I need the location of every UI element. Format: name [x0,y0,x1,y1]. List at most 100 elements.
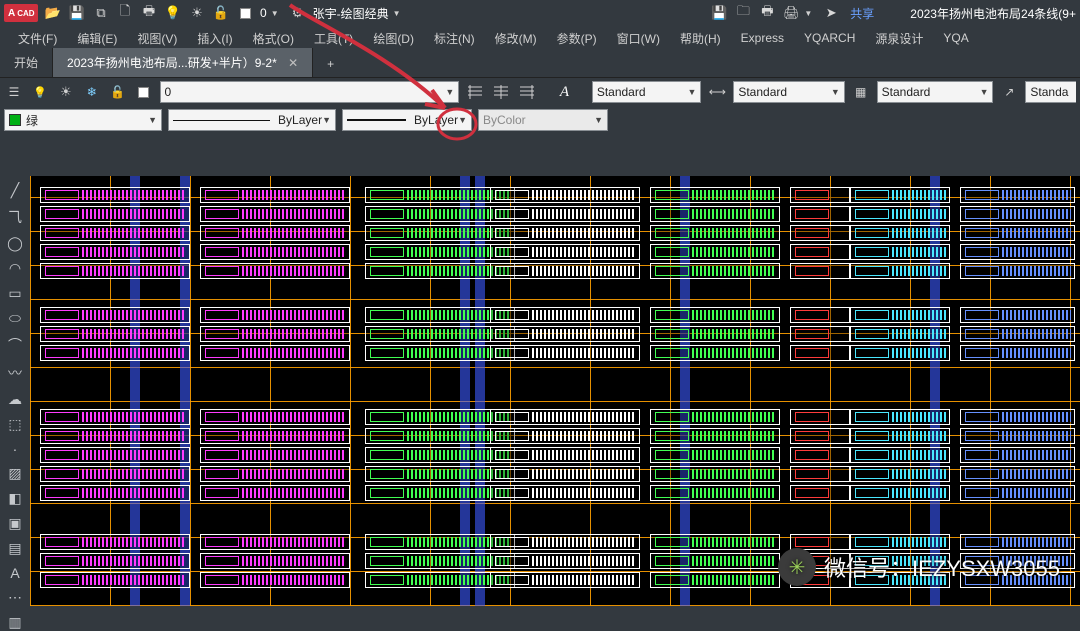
layer-lock-icon[interactable]: 🔓 [108,81,128,103]
gear-search-icon[interactable]: ⚙ [289,4,307,22]
layer-swatch-icon[interactable] [134,81,154,103]
swatch-icon[interactable] [236,4,254,22]
block-cluster [40,304,190,364]
text-tool-icon[interactable]: A [5,565,25,581]
tab-active-document[interactable]: 2023年扬州电池布局...研发+半片）9-2* ✕ [53,48,313,77]
qat-dropdown-icon[interactable]: ▼ [271,9,279,18]
hatch-tool-icon[interactable]: ▨ [5,465,25,482]
color-select[interactable]: 绿 ▼ [4,109,162,131]
table-style-select[interactable]: Standard ▼ [877,81,994,103]
layer-manager-icon[interactable]: ☰ [4,81,24,103]
arc-tool-icon[interactable]: ◠ [5,260,25,277]
new-icon[interactable]: 🗋 [116,4,134,22]
mleader-style-icon[interactable]: ↗ [999,81,1019,103]
save2-icon[interactable]: 💾 [710,4,728,22]
bulb-icon[interactable]: 💡 [164,4,182,22]
block-cluster [850,304,950,364]
open-icon[interactable]: 📂 [44,4,62,22]
menu-yuanquan[interactable]: 源泉设计 [867,30,931,47]
menu-dimension[interactable]: 标注(N) [426,30,483,47]
menu-yqa2[interactable]: YQA [935,31,976,45]
polyline-tool-icon[interactable]: ⺄ [5,207,25,227]
dim-style-value: Standard [738,85,787,99]
circle-tool-icon[interactable]: ◯ [5,235,25,252]
share-label[interactable]: 共享 [850,5,874,22]
plot-icon[interactable]: 🖨 [782,4,800,22]
ellipse-tool-icon[interactable]: ⬭ [5,310,25,327]
menu-edit[interactable]: 编辑(E) [69,30,125,47]
open2-icon[interactable]: 🗀 [734,4,752,22]
share-icon[interactable]: ➤ [822,4,840,22]
drawing-canvas[interactable] [30,176,1080,606]
menu-parametric[interactable]: 参数(P) [549,30,605,47]
document-title: 2023年扬州电池布局24条线(9+ [910,5,1076,22]
tab-active-label: 2023年扬州电池布局...研发+半片）9-2* [67,56,277,70]
lineweight-select[interactable]: ByLayer ▼ [342,109,472,131]
print-icon[interactable]: 🖶 [140,4,158,22]
save-icon[interactable]: 💾 [68,4,86,22]
dim-style-icon[interactable]: ⟷ [707,81,727,103]
chevron-down-icon: ▼ [458,115,467,125]
chevron-down-icon: ▼ [687,87,696,97]
ellipse-arc-tool-icon[interactable]: ⌒ [5,335,25,355]
menu-format[interactable]: 格式(O) [245,30,302,47]
layer-bulb-icon[interactable]: 💡 [30,81,50,103]
menu-express[interactable]: Express [733,31,792,45]
block-tool-icon[interactable]: ⬚ [5,416,25,433]
layer-state-icon-2[interactable] [491,81,511,103]
tab-start[interactable]: 开始 [0,48,53,77]
lock-open-icon[interactable]: 🔓 [212,4,230,22]
line-tool-icon[interactable]: ╱ [5,182,25,199]
workspace-name[interactable]: 张宇-绘图经典 [313,5,389,22]
menu-modify[interactable]: 修改(M) [487,30,545,47]
point-tool-icon[interactable]: · [5,441,25,457]
tab-close-icon[interactable]: ✕ [288,56,298,70]
title-bar: A CAD 📂 💾 ⧉ 🗋 🖶 💡 ☀ 🔓 0 ▼ ⚙ 张宇-绘图经典 ▼ 💾 … [0,0,1080,26]
layer-select[interactable]: 0 ▼ [160,81,460,103]
gradient-tool-icon[interactable]: ◧ [5,490,25,507]
revcloud-tool-icon[interactable]: ☁ [5,391,25,408]
menu-tools[interactable]: 工具(T) [306,30,361,47]
spline-tool-icon[interactable]: 〰 [5,363,25,383]
linetype-value: ByLayer [278,113,322,127]
dim-style-select[interactable]: Standard ▼ [733,81,844,103]
print2-icon[interactable]: 🖶 [758,4,776,22]
menu-help[interactable]: 帮助(H) [672,30,729,47]
text-style-A-icon[interactable]: A [554,81,574,103]
menu-file[interactable]: 文件(F) [10,30,65,47]
menu-window[interactable]: 窗口(W) [609,30,668,47]
linetype-select[interactable]: ByLayer ▼ [168,109,336,131]
layer-state-icon-1[interactable] [465,81,485,103]
layer-freeze-icon[interactable]: ❄ [82,81,102,103]
menu-bar: 文件(F) 编辑(E) 视图(V) 插入(I) 格式(O) 工具(T) 绘图(D… [0,26,1080,50]
menu-view[interactable]: 视图(V) [129,30,185,47]
layer-state-icon-3[interactable] [517,81,537,103]
block-cluster [490,304,640,364]
color-select-value: 绿 [26,112,38,129]
menu-yqarch[interactable]: YQARCH [796,31,863,45]
helper-tool-icon[interactable]: ⋯ [5,589,25,606]
menu-insert[interactable]: 插入(I) [189,30,240,47]
workspace-dropdown-icon[interactable]: ▼ [393,9,401,18]
custom-tool-icon[interactable]: ▥ [5,614,25,631]
saveas-icon[interactable]: ⧉ [92,4,110,22]
plotstyle-select[interactable]: ByColor ▼ [478,109,608,131]
tab-add[interactable]: + [313,51,348,77]
lineweight-value: ByLayer [414,113,458,127]
sun-icon[interactable]: ☀ [188,4,206,22]
mleader-style-select[interactable]: Standa [1025,81,1076,103]
block-cluster [790,406,850,516]
table-style-icon[interactable]: ▦ [851,81,871,103]
block-cluster [200,304,350,364]
layer-sun-icon[interactable]: ☀ [56,81,76,103]
menu-draw[interactable]: 绘图(D) [365,30,422,47]
wechat-logo-icon: ✳ [778,548,816,586]
table-tool-icon[interactable]: ▤ [5,540,25,557]
block-cluster [490,406,640,516]
table-style-value: Standard [882,85,931,99]
block-cluster [790,304,850,364]
rectangle-tool-icon[interactable]: ▭ [5,285,25,302]
region-tool-icon[interactable]: ▣ [5,515,25,532]
plot-dropdown-icon[interactable]: ▼ [804,9,812,18]
text-style-select[interactable]: Standard ▼ [592,81,702,103]
